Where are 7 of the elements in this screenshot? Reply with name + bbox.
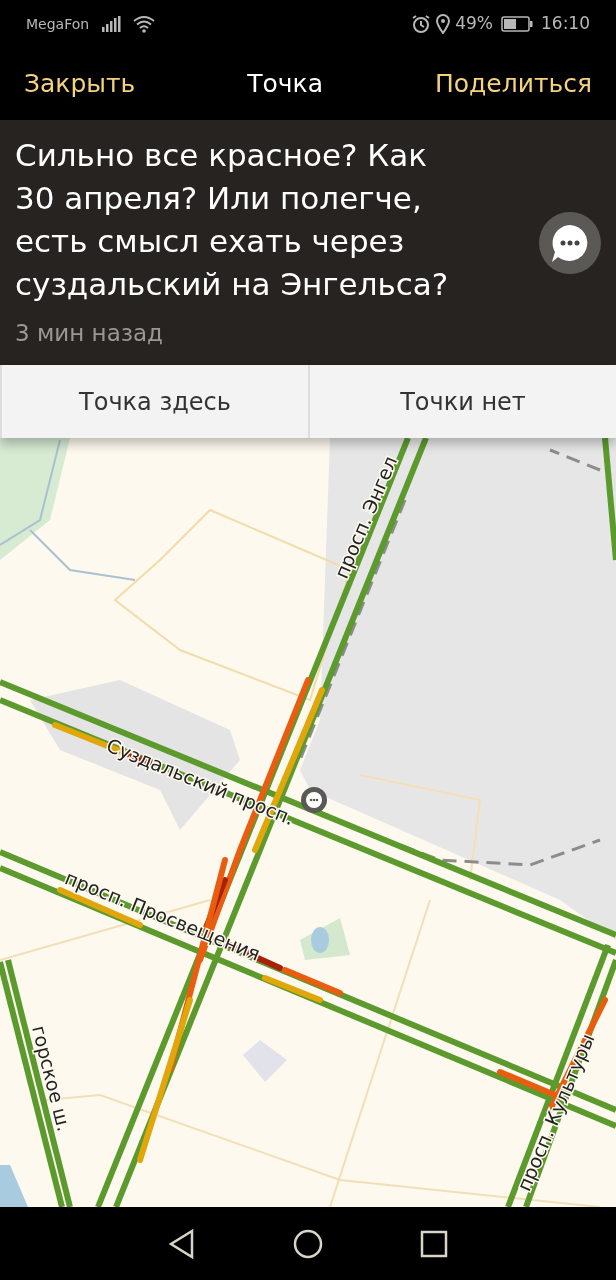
carrier-name: MegaFon [26,14,90,34]
clock-time: 16:10 [541,12,590,36]
page-title: Точка [247,68,323,101]
battery-percent: 49% [455,12,493,36]
road-label: горское ш. [28,1023,76,1134]
message-text: Сильно все красное? Как 30 апреля? Или полегче, есть смысл ехать через суздальский на Энгельса? [15,136,450,304]
message-time: 3 мин назад [15,319,164,348]
